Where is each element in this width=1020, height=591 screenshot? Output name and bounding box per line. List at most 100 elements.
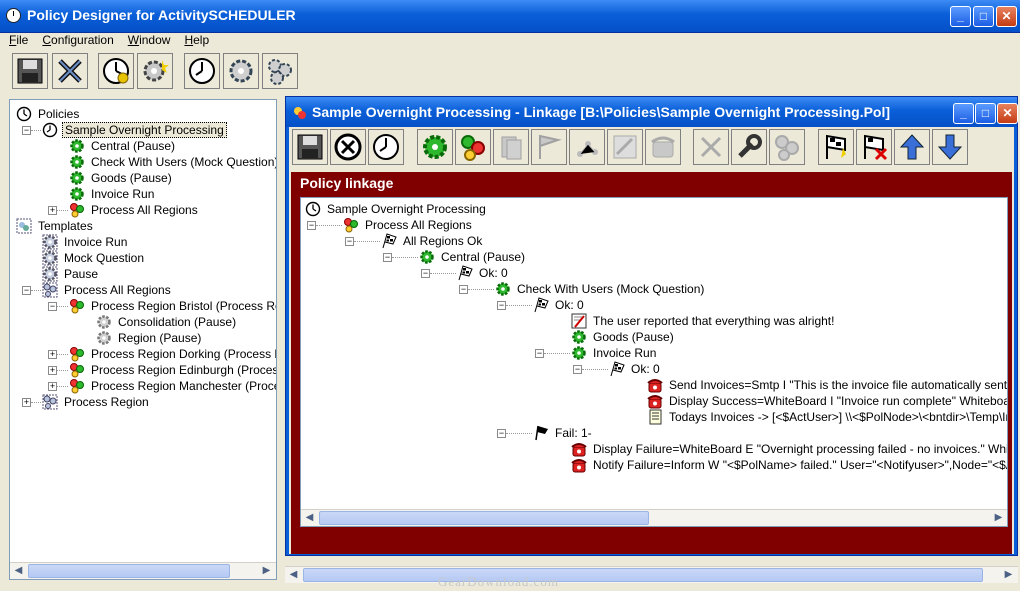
add-flag-button[interactable] (818, 129, 854, 165)
collapse-minus-icon[interactable]: − (22, 126, 31, 135)
linkage-tree-pane[interactable]: Sample Overnight Processing Process All R… (300, 197, 1008, 527)
child-schedule-button[interactable] (368, 129, 404, 165)
tree-item-label: Central (Pause) (441, 250, 526, 264)
menu-help[interactable]: Help (179, 32, 214, 48)
menu-window[interactable]: Window (123, 32, 176, 48)
tree-item-label: Policies (38, 107, 80, 121)
activity-gear-button[interactable] (137, 53, 173, 89)
child-minimize-button[interactable]: _ (953, 103, 974, 124)
collapse-minus-icon[interactable]: − (421, 269, 430, 278)
scroll-right-arrow-icon[interactable]: ▶ (991, 511, 1006, 526)
linkage-horizontal-scrollbar[interactable]: ◀ ▶ (301, 509, 1007, 526)
collapse-minus-icon[interactable]: − (22, 286, 31, 295)
collapse-minus-icon[interactable]: − (383, 253, 392, 262)
maximize-button[interactable]: □ (973, 6, 994, 27)
close-button[interactable]: ✕ (996, 6, 1017, 27)
tree-connector (582, 369, 608, 370)
expand-plus-icon[interactable]: + (48, 366, 57, 375)
scroll-thumb[interactable] (28, 564, 230, 578)
new-template-button[interactable] (223, 53, 259, 89)
policy-tree-pane[interactable]: Policies Sample Overnight Processing − Cent… (9, 99, 277, 580)
multi-gear-icon (70, 379, 84, 394)
tree-item-label: Invoice Run (91, 187, 155, 201)
tree-item-label: Fail: 1- (555, 426, 592, 440)
expand-plus-icon[interactable]: + (48, 382, 57, 391)
arrow-up-icon (899, 134, 925, 160)
collapse-minus-icon[interactable]: − (345, 237, 354, 246)
properties-button[interactable] (731, 129, 767, 165)
delete-flag-button[interactable] (856, 129, 892, 165)
collapse-minus-icon[interactable]: − (459, 285, 468, 294)
mdi-horizontal-scrollbar[interactable]: ◀ ▶ (285, 566, 1018, 583)
tree-item-label: Check With Users (Mock Question) (517, 282, 705, 296)
menu-configuration[interactable]: Configuration (37, 32, 118, 48)
floppy-disk-icon (17, 58, 43, 84)
template-multi-icon (42, 282, 58, 298)
checkered-flag-icon (534, 297, 549, 313)
grey-gear-icon (97, 315, 111, 329)
main-title-bar: Policy Designer for ActivitySCHEDULER _ … (0, 0, 1020, 33)
scheduler-clock-icon (305, 201, 321, 217)
scroll-left-arrow-icon[interactable]: ◀ (286, 568, 301, 583)
delete-button[interactable] (52, 53, 88, 89)
collapse-minus-icon[interactable]: − (307, 221, 316, 230)
child-save-button[interactable] (292, 129, 328, 165)
tree-connector (506, 433, 532, 434)
green-gear-icon (572, 346, 586, 360)
checkered-flag-icon (382, 233, 397, 249)
red-phone-icon (647, 379, 663, 393)
collapse-minus-icon[interactable]: − (573, 365, 582, 374)
collapse-minus-icon[interactable]: − (497, 429, 506, 438)
minimize-button[interactable]: _ (950, 6, 971, 27)
clock-gear-icon (103, 58, 129, 84)
phone-button (645, 129, 681, 165)
child-client-area: Policy linkage Sample Overnight Processi… (289, 127, 1014, 554)
tree-item-label: Sample Overnight Processing (62, 122, 227, 138)
collapse-minus-icon[interactable]: − (535, 349, 544, 358)
tree-item-label: Sample Overnight Processing (327, 202, 486, 216)
tree-item-label: Display Failure=WhiteBoard E "Overnight … (593, 442, 1007, 456)
new-group-button[interactable] (262, 53, 298, 89)
scroll-left-arrow-icon[interactable]: ◀ (11, 564, 26, 579)
expand-plus-icon[interactable]: + (48, 350, 57, 359)
move-up-button[interactable] (894, 129, 930, 165)
schedule-button[interactable] (98, 53, 134, 89)
flag-button (531, 129, 567, 165)
collapse-minus-icon[interactable]: − (497, 301, 506, 310)
scroll-thumb[interactable] (319, 511, 649, 525)
new-policy-button[interactable] (184, 53, 220, 89)
child-maximize-button[interactable]: □ (975, 103, 996, 124)
left-horizontal-scrollbar[interactable]: ◀ ▶ (10, 562, 276, 579)
tree-item-label: Ok: 0 (555, 298, 584, 312)
tree-connector (57, 370, 68, 371)
tree-item-label: Process Region (64, 395, 149, 409)
scatter-disabled-icon (577, 141, 598, 157)
scroll-right-arrow-icon[interactable]: ▶ (1001, 568, 1016, 583)
expand-plus-icon[interactable]: + (48, 206, 57, 215)
red-phone-icon (647, 395, 663, 409)
tree-connector (392, 257, 418, 258)
child-close-button[interactable]: ✕ (997, 103, 1018, 124)
scroll-thumb[interactable] (303, 568, 983, 582)
scroll-left-arrow-icon[interactable]: ◀ (302, 511, 317, 526)
scroll-right-arrow-icon[interactable]: ▶ (259, 564, 274, 579)
template-multi-icon (42, 394, 58, 410)
menu-file[interactable]: File (4, 32, 33, 48)
green-gear-icon (70, 139, 84, 153)
green-gear-icon (572, 330, 586, 344)
green-gear-icon (496, 282, 510, 296)
child-cancel-button[interactable] (330, 129, 366, 165)
add-activity-button[interactable] (417, 129, 453, 165)
save-button[interactable] (12, 53, 48, 89)
report-button (607, 129, 643, 165)
add-group-button[interactable] (455, 129, 491, 165)
wrench-icon (738, 134, 762, 158)
clock-icon (373, 134, 399, 160)
template-gear-icon (42, 266, 58, 282)
tree-item-label: Invoice Run (593, 346, 657, 360)
collapse-minus-icon[interactable]: − (48, 302, 57, 311)
expand-plus-icon[interactable]: + (22, 398, 31, 407)
move-down-button[interactable] (932, 129, 968, 165)
tree-item-label: Invoice Run (64, 235, 128, 249)
menu-bar: File Configuration Window Help (0, 32, 1020, 50)
